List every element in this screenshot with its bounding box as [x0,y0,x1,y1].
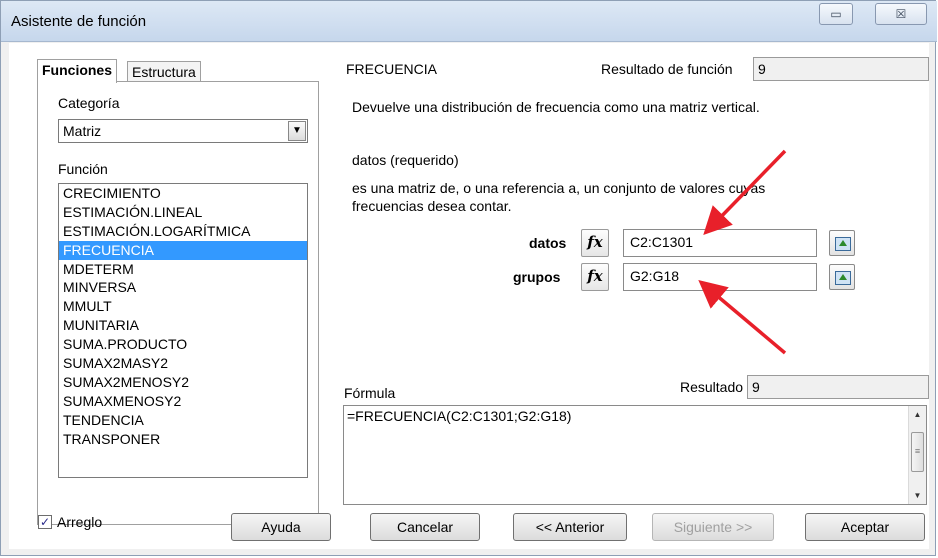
close-icon: ☒ [895,7,907,21]
scroll-down-icon[interactable]: ▼ [909,487,926,504]
function-result-value: 9 [753,57,929,81]
function-list[interactable]: CRECIMIENTO ESTIMACIÓN.LINEAL ESTIMACIÓN… [58,183,308,478]
list-item[interactable]: SUMAXMENOSY2 [59,392,307,411]
function-wizard-icon: fx [587,267,603,285]
restore-icon: ▭ [830,7,842,21]
restore-button[interactable]: ▭ [819,3,853,25]
dialog-body: Funciones Estructura Categoría Matriz ▼ … [9,43,929,549]
list-item-selected[interactable]: FRECUENCIA [59,240,307,260]
tab-estructura-label: Estructura [132,64,196,80]
cancel-button[interactable]: Cancelar [370,513,480,541]
back-button[interactable]: << Anterior [513,513,627,541]
check-icon: ✓ [39,515,51,529]
list-item[interactable]: ESTIMACIÓN.LINEAL [59,203,307,222]
shrink-icon [835,237,851,251]
tab-funciones[interactable]: Funciones [37,59,118,83]
list-item[interactable]: MDETERM [59,260,307,279]
formula-text: =FRECUENCIA(C2:C1301;G2:G18) [347,408,572,424]
function-wizard-window: Asistente de función ▭ ☒ Funciones Estru… [0,0,937,556]
grupos-input[interactable]: G2:G18 [623,263,817,291]
title-bar[interactable]: Asistente de función ▭ ☒ [1,1,937,42]
list-item[interactable]: CRECIMIENTO [59,184,307,203]
grupos-label: grupos [513,269,561,285]
parameter-description-line1: es una matriz de, o una referencia a, un… [352,180,766,196]
parameter-title: datos (requerido) [352,152,459,168]
function-label: Función [58,161,108,177]
array-label: Arreglo [57,514,103,530]
list-item[interactable]: SUMAX2MASY2 [59,354,307,373]
datos-fx-button[interactable]: fx [581,229,609,257]
formula-result-value: 9 [747,375,929,399]
chevron-down-icon[interactable]: ▼ [288,121,306,141]
category-value: Matriz [63,123,102,139]
datos-label: datos [529,235,567,251]
grupos-fx-button[interactable]: fx [581,263,609,291]
list-item[interactable]: MMULT [59,297,307,316]
formula-editor[interactable]: =FRECUENCIA(C2:C1301;G2:G18) ▲ ≡ ▼ [343,405,927,505]
category-select[interactable]: Matriz ▼ [58,119,308,143]
datos-input[interactable]: C2:C1301 [623,229,817,257]
function-description: Devuelve una distribución de frecuencia … [352,99,760,115]
formula-label: Fórmula [344,385,396,401]
help-button[interactable]: Ayuda [231,513,331,541]
window-title: Asistente de función [11,13,147,30]
category-label: Categoría [58,95,120,111]
close-button[interactable]: ☒ [875,3,927,25]
ok-button[interactable]: Aceptar [805,513,925,541]
function-result-label: Resultado de función [601,61,733,77]
function-name: FRECUENCIA [346,61,438,77]
list-item[interactable]: TENDENCIA [59,411,307,430]
scroll-thumb[interactable]: ≡ [911,432,924,472]
list-item[interactable]: ESTIMACIÓN.LOGARÍTMICA [59,222,307,241]
list-item[interactable]: MINVERSA [59,278,307,297]
formula-result-label: Resultado [680,379,744,395]
shrink-icon [835,271,851,285]
datos-shrink-button[interactable] [829,230,855,256]
function-wizard-icon: fx [587,233,603,251]
list-item[interactable]: TRANSPONER [59,430,307,449]
list-item[interactable]: SUMAX2MENOSY2 [59,373,307,392]
arrow-to-grupos [698,279,787,355]
tab-funciones-label: Funciones [42,62,113,78]
list-item[interactable]: MUNITARIA [59,316,307,335]
tab-estructura[interactable]: Estructura [127,61,201,83]
scroll-up-icon[interactable]: ▲ [909,406,926,423]
next-button: Siguiente >> [652,513,774,541]
formula-scrollbar[interactable]: ▲ ≡ ▼ [908,406,926,504]
array-checkbox[interactable]: ✓ [38,515,52,529]
parameter-description-line2: frecuencias desea contar. [352,198,512,214]
list-item[interactable]: SUMA.PRODUCTO [59,335,307,354]
grupos-shrink-button[interactable] [829,264,855,290]
